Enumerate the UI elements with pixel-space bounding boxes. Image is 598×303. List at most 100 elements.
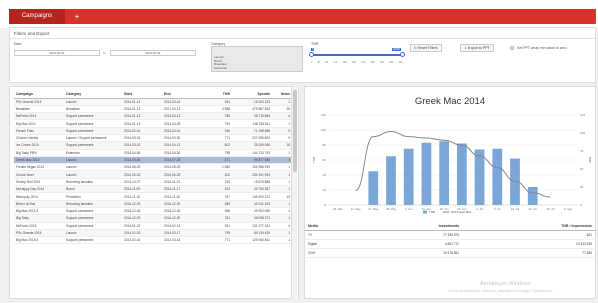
table-row[interactable]: Crunch Beef Launch 2014-05-03 2014-06-29 302… (14, 170, 292, 179)
tnr-slider-ticks: 0 4K 8K 12K 16K 20K 24K 28K 32K 36K 42K (311, 61, 403, 64)
media-cell: 77 358 875 (365, 230, 464, 240)
col-spends[interactable]: Spends (232, 91, 272, 99)
media-col-investments[interactable]: Investments (365, 222, 464, 231)
media-cell: 24 433 839 (463, 239, 596, 249)
radio-circle-icon[interactable] (510, 46, 514, 50)
table-cell: Big Mac 2014 (14, 119, 64, 128)
table-cell: 1 (272, 119, 292, 128)
media-row[interactable]: OOH 16 978 851 77 889 (304, 248, 596, 258)
add-tab-button[interactable]: + (70, 9, 84, 24)
tnr-slider-max-handle[interactable] (400, 52, 405, 57)
category-select[interactable]: Launch Brand Breakfast Extension (211, 46, 303, 72)
table-row[interactable]: McFresh 2014 Support permanent 2014-01-13 2… (14, 112, 292, 121)
table-row[interactable]: Big Mac 2014 3 Support permanent 2014-12-0… (14, 207, 292, 216)
category-option[interactable]: Extension (212, 66, 302, 71)
media-header-row: Media Investments TNR / Impressions (304, 222, 596, 231)
table-cell: Greek Mac 2014 (14, 156, 64, 165)
table-row[interactable]: Breakfast Breakfast 2014-01-13 2017-03-13 3 … (14, 105, 292, 114)
media-row[interactable]: TV 77 358 875 681 (304, 230, 596, 240)
table-cell: 15 203 123 (232, 98, 272, 106)
table-cell: 771 (212, 236, 232, 245)
table-row[interactable]: Freddo Vegan 2014 Launch 2014-05-03 2014-06… (14, 163, 292, 172)
media-row[interactable]: Digital 4 862 712 24 433 839 (304, 239, 596, 249)
activation-watermark-title: Активация Windows (480, 281, 531, 287)
bar (456, 143, 467, 205)
table-cell: PSx Grande 2014 (14, 98, 64, 106)
table-cell: 2014-02-01 (122, 236, 162, 245)
table-row[interactable]: Shrimp Roll 2014 Returning favorites 2014-… (14, 178, 292, 187)
table-row[interactable]: Greek Mac 2014 Launch 2014-05-06 2014-07-28… (14, 156, 292, 165)
media-cell: TV (304, 230, 366, 240)
table-row[interactable]: Chicken Variety Launch / Support permanen… (14, 134, 292, 143)
table-row[interactable]: PSx Grande 2014 Launch 2014-01-13 2014-03-1… (14, 98, 292, 106)
x-tick-label: 9. Jul (494, 207, 501, 211)
table-cell: 49 902 065 (232, 207, 272, 216)
y2-tick-label: 75 (580, 149, 584, 153)
y2-tick-label: 0 (580, 203, 582, 207)
table-row[interactable]: Ice Cream 2014 Support permanent 2014-03-0… (14, 141, 292, 150)
table-cell: Big Mac 2014 3 (14, 207, 64, 216)
y-tick-label: 40 (323, 173, 327, 177)
campaign-table: Campaign Category Start End TNR Spends I… (14, 91, 292, 245)
table-cell: French Fries (14, 127, 64, 136)
table-cell: Beef n la Rus (14, 200, 64, 208)
table-cell: 2014-11-09 (122, 185, 162, 194)
table-row[interactable]: Big Mac 2015 3 Support permanent 2014-02-0… (14, 236, 292, 245)
tnr-slider-min-handle[interactable] (309, 52, 314, 57)
table-cell: 2014-03-01 (162, 127, 212, 136)
tnr-range-slider[interactable] (309, 52, 405, 57)
table-row[interactable]: McFresh 2015 Support permanent 2014-01-22 2… (14, 222, 292, 230)
table-cell: 2014-02-01 (122, 127, 162, 136)
table-cell: 2014-05-03 (122, 163, 162, 172)
media-table: Media Investments TNR / Impressions TV 77… (304, 222, 596, 258)
table-row[interactable]: McHappy Day 2014 Brand 2014-11-09 2014-11-1… (14, 185, 292, 194)
table-header-row: Campaign Category Start End TNR Spends I… (14, 91, 292, 99)
table-cell: 2014-11-15 (122, 192, 162, 201)
bar (421, 142, 432, 205)
top-bar: Campaigns + (0, 0, 598, 28)
col-campaign[interactable]: Campaign (14, 91, 64, 99)
table-cell: 2014-12-03 (122, 200, 162, 208)
table-cell: 15 879 888 (232, 178, 272, 187)
table-row[interactable]: Big Tasty Support permanent 2014-12-03 2014… (14, 214, 292, 223)
col-category[interactable]: Category (64, 91, 122, 99)
table-cell: 129 060 841 (232, 236, 272, 245)
date-from-input[interactable]: 2014-01-01 (14, 50, 100, 56)
table-row[interactable]: Big Tasty PB% Extension 2014-04-06 2014-04-… (14, 149, 292, 157)
table-row[interactable]: Big Mac 2014 Support permanent 2014-01-13 2… (14, 119, 292, 128)
table-cell: 391 (212, 222, 232, 230)
table-cell: 2014-06-09 (162, 163, 212, 172)
reset-filters-button[interactable]: ↻ Reset Filters (410, 44, 442, 52)
table-cell: 18 (272, 141, 292, 150)
table-cell: Big Tasty (14, 214, 64, 223)
table-cell: 771 (212, 134, 232, 143)
date-to-input[interactable]: 2014-07-31 (110, 50, 196, 56)
table-cell: 1 (272, 214, 292, 223)
table-cell: 35 249 066 (232, 141, 272, 150)
zero-min-option[interactable]: Set PPT array min value to zero (510, 46, 567, 50)
table-scrollbar[interactable] (291, 86, 297, 299)
table-row[interactable]: French Fries Support permanent 2014-02-01 2… (14, 127, 292, 136)
media-col-media[interactable]: Media (304, 222, 366, 231)
table-cell: 99 877 680 (232, 156, 272, 165)
table-cell: 3 988 (212, 105, 232, 114)
slider-tick: 28K (370, 61, 375, 64)
tab-campaigns[interactable]: Campaigns (9, 9, 65, 24)
media-col-tnr[interactable]: TNR / Impressions (463, 222, 596, 231)
table-cell: Returning favorites (64, 178, 122, 187)
scrollbar-thumb[interactable] (293, 90, 297, 172)
col-tnr[interactable]: TNR (212, 91, 232, 99)
table-cell: 2014-03-03 (122, 134, 162, 143)
table-row[interactable]: PSx Grande 2015 Launch 2014-02-02 2014-03-1… (14, 229, 292, 238)
col-items[interactable]: Items (272, 91, 292, 99)
table-cell: 802 (212, 141, 232, 150)
table-cell: Chicken Variety (14, 134, 64, 143)
col-start[interactable]: Start (122, 91, 162, 99)
table-cell: Crunch Beef (14, 170, 64, 179)
table-row[interactable]: Beef n la Rus Returning favorites 2014-12-… (14, 200, 292, 208)
date-to-label: to (103, 51, 106, 55)
table-cell: 2014-03-03 (122, 141, 162, 150)
export-ppt-button[interactable]: ⇩ Export to PPT (460, 44, 494, 52)
table-row[interactable]: Monopoly 2014 Promotion 2014-11-15 2014-11-… (14, 192, 292, 201)
col-end[interactable]: End (162, 91, 212, 99)
